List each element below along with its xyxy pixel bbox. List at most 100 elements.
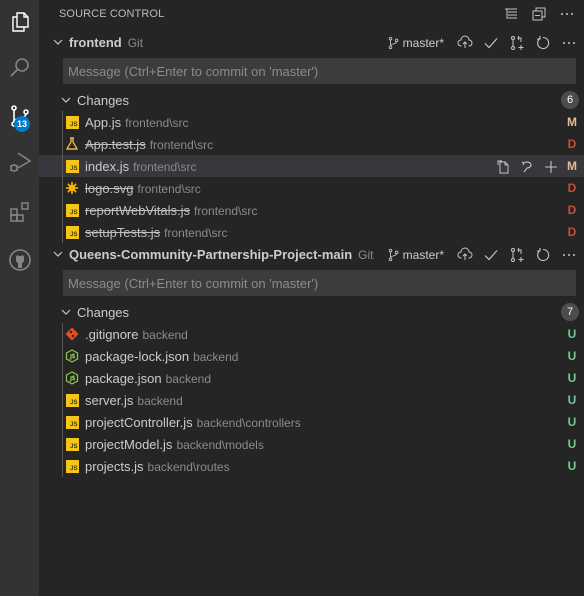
publish-branch-button[interactable] bbox=[454, 33, 476, 53]
file-name: projects.js bbox=[85, 459, 144, 474]
file-row[interactable]: JS reportWebVitals.js frontend\src D bbox=[39, 199, 584, 221]
more-actions-icon bbox=[563, 42, 575, 44]
file-type-icon: JS bbox=[65, 437, 79, 451]
changes-group-header[interactable]: Changes 6 bbox=[39, 89, 584, 111]
file-type-icon bbox=[65, 137, 79, 151]
js-file-icon: JS bbox=[65, 437, 79, 451]
file-status-badge: U bbox=[567, 437, 577, 451]
file-type-icon bbox=[65, 371, 79, 385]
open-file-button[interactable] bbox=[492, 157, 514, 177]
publish-branch-button[interactable] bbox=[454, 245, 476, 265]
file-type-icon: JS bbox=[65, 225, 79, 239]
file-name: package-lock.json bbox=[85, 349, 190, 364]
activity-explorer[interactable] bbox=[0, 0, 39, 44]
file-row[interactable]: JS projects.js backend\routes U bbox=[39, 455, 584, 477]
commit-message-box bbox=[63, 58, 576, 84]
debug-icon bbox=[9, 152, 31, 172]
discard-icon bbox=[521, 161, 532, 173]
view-as-tree-button[interactable] bbox=[500, 4, 522, 24]
activity-extensions[interactable] bbox=[0, 190, 39, 234]
changes-group-header[interactable]: Changes 7 bbox=[39, 301, 584, 323]
extensions-icon bbox=[9, 202, 29, 222]
file-row[interactable]: JS server.js backend U bbox=[39, 389, 584, 411]
file-path: backend\models bbox=[176, 438, 264, 452]
changes-label: Changes bbox=[77, 93, 130, 108]
view-as-tree-icon bbox=[505, 8, 517, 19]
panel-header: SOURCE CONTROL bbox=[39, 0, 584, 28]
repo-more-actions-button[interactable] bbox=[558, 33, 580, 53]
file-row[interactable]: logo.svg frontend\src D bbox=[39, 177, 584, 199]
cloud-upload-icon bbox=[457, 35, 473, 48]
chevron-down-icon[interactable] bbox=[58, 304, 74, 320]
file-name: server.js bbox=[85, 393, 134, 408]
file-status-badge: M bbox=[567, 115, 577, 129]
activity-github[interactable] bbox=[0, 238, 39, 282]
repo-provider: Git bbox=[358, 248, 374, 262]
git-file-icon bbox=[65, 327, 79, 341]
indent-guide bbox=[62, 389, 63, 411]
refresh-button[interactable] bbox=[532, 33, 554, 53]
refresh-button[interactable] bbox=[532, 245, 554, 265]
github-icon bbox=[8, 249, 31, 271]
svg-file-icon bbox=[66, 182, 78, 194]
file-status-badge: U bbox=[567, 371, 577, 385]
file-name: projectModel.js bbox=[85, 437, 173, 452]
file-row[interactable]: App.test.js frontend\src D bbox=[39, 133, 584, 155]
file-path: frontend\src bbox=[149, 138, 214, 152]
test-file-icon bbox=[65, 137, 79, 150]
refresh-icon bbox=[537, 248, 550, 261]
chevron-down-icon[interactable] bbox=[50, 246, 66, 262]
file-name: setupTests.js bbox=[85, 225, 161, 240]
branch-name: master* bbox=[402, 248, 444, 262]
commit-message-input[interactable] bbox=[68, 275, 576, 291]
file-type-icon bbox=[65, 181, 79, 195]
refresh-icon bbox=[537, 36, 550, 49]
commit-button[interactable] bbox=[480, 33, 502, 53]
more-actions-button[interactable] bbox=[556, 4, 578, 24]
file-row[interactable]: JS App.js frontend\src M bbox=[39, 111, 584, 133]
activity-search[interactable] bbox=[0, 46, 39, 90]
indent-guide bbox=[62, 367, 63, 389]
more-actions-icon bbox=[561, 13, 573, 15]
file-row[interactable]: package.json backend U bbox=[39, 367, 584, 389]
file-type-icon bbox=[65, 327, 79, 341]
chevron-down-icon[interactable] bbox=[58, 92, 74, 108]
file-row[interactable]: JS index.js frontend\src M bbox=[39, 155, 584, 177]
discard-changes-button[interactable] bbox=[516, 157, 538, 177]
commit-message-input[interactable] bbox=[68, 63, 576, 79]
stage-changes-button[interactable] bbox=[540, 157, 562, 177]
changes-label: Changes bbox=[77, 305, 130, 320]
repo-header-queens-community[interactable]: Queens-Community-Partnership-Project-mai… bbox=[39, 243, 584, 265]
repo-more-actions-button[interactable] bbox=[558, 245, 580, 265]
file-row[interactable]: JS projectController.js backend\controller… bbox=[39, 411, 584, 433]
file-path: frontend\src bbox=[164, 226, 228, 240]
commit-button[interactable] bbox=[480, 245, 502, 265]
chevron-down-icon[interactable] bbox=[50, 34, 66, 50]
branch-button[interactable]: master* bbox=[387, 36, 444, 50]
create-pull-request-button[interactable] bbox=[506, 33, 528, 53]
file-row[interactable]: JS setupTests.js frontend\src D bbox=[39, 221, 584, 243]
file-type-icon bbox=[65, 349, 79, 363]
indent-guide bbox=[62, 133, 63, 155]
file-row[interactable]: JS projectModel.js backend\models U bbox=[39, 433, 584, 455]
create-pull-request-button[interactable] bbox=[506, 245, 528, 265]
collapse-all-button[interactable] bbox=[528, 4, 550, 24]
file-row[interactable]: package-lock.json backend U bbox=[39, 345, 584, 367]
file-path: backend bbox=[165, 372, 211, 386]
activity-run-debug[interactable] bbox=[0, 140, 39, 184]
pull-request-icon bbox=[511, 35, 524, 50]
file-status-badge: U bbox=[567, 349, 577, 363]
js-file-icon: JS bbox=[65, 115, 79, 129]
file-path: frontend\src bbox=[125, 116, 189, 130]
indent-guide bbox=[62, 221, 63, 243]
file-status-badge: U bbox=[567, 327, 577, 341]
branch-button[interactable]: master* bbox=[387, 248, 444, 262]
activity-source-control[interactable]: 13 bbox=[0, 94, 39, 138]
file-name: projectController.js bbox=[85, 415, 193, 430]
file-path: backend\routes bbox=[147, 460, 230, 474]
file-row[interactable]: .gitignore backend U bbox=[39, 323, 584, 345]
repo-header-frontend[interactable]: frontend Git master* bbox=[39, 31, 584, 53]
file-type-icon: JS bbox=[65, 115, 79, 129]
indent-guide bbox=[62, 177, 63, 199]
collapse-all-icon bbox=[532, 7, 546, 21]
